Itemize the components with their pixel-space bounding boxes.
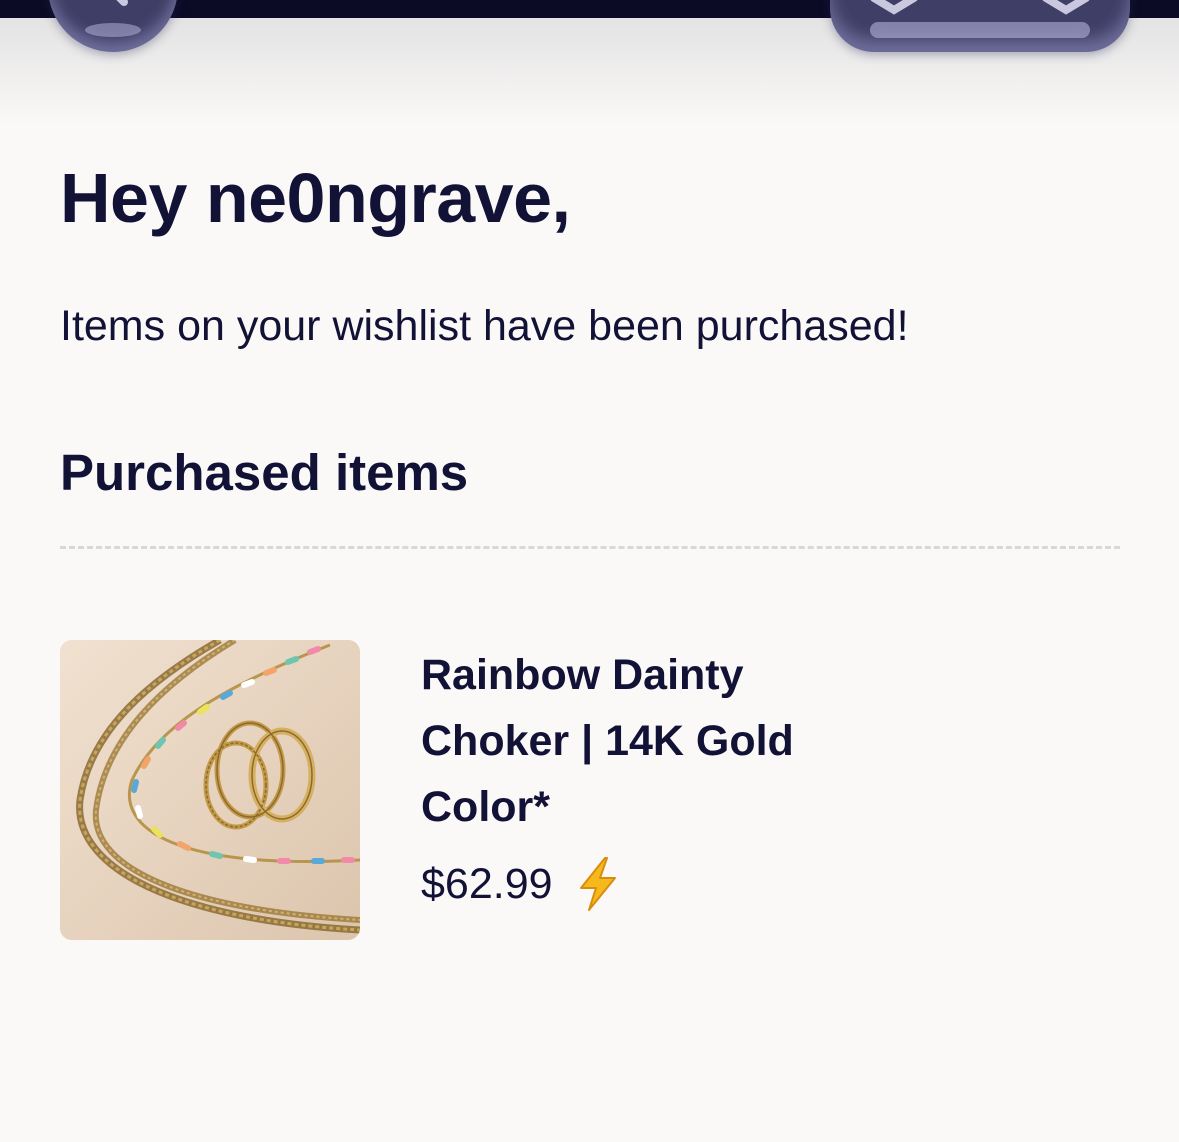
more-icon[interactable] <box>1042 0 1090 15</box>
greeting-heading: Hey ne0ngrave, <box>60 159 571 237</box>
lightning-bolt-icon <box>579 857 616 911</box>
product-image[interactable] <box>60 640 360 940</box>
chevron-left-icon <box>85 0 141 37</box>
back-button[interactable] <box>48 0 178 52</box>
header-actions <box>830 0 1130 52</box>
purchased-item-card[interactable]: Rainbow Dainty Choker | 14K Gold Color* … <box>60 640 1120 940</box>
section-divider <box>60 546 1120 549</box>
product-price-row: $62.99 <box>421 854 619 914</box>
share-icon[interactable] <box>870 0 918 15</box>
wishlist-message: Items on your wishlist have been purchas… <box>60 302 909 350</box>
jewelry-photo <box>60 640 360 940</box>
product-price: $62.99 <box>421 860 553 908</box>
product-name[interactable]: Rainbow Dainty Choker | 14K Gold Color* <box>421 642 861 840</box>
purchased-items-heading: Purchased items <box>60 444 469 501</box>
